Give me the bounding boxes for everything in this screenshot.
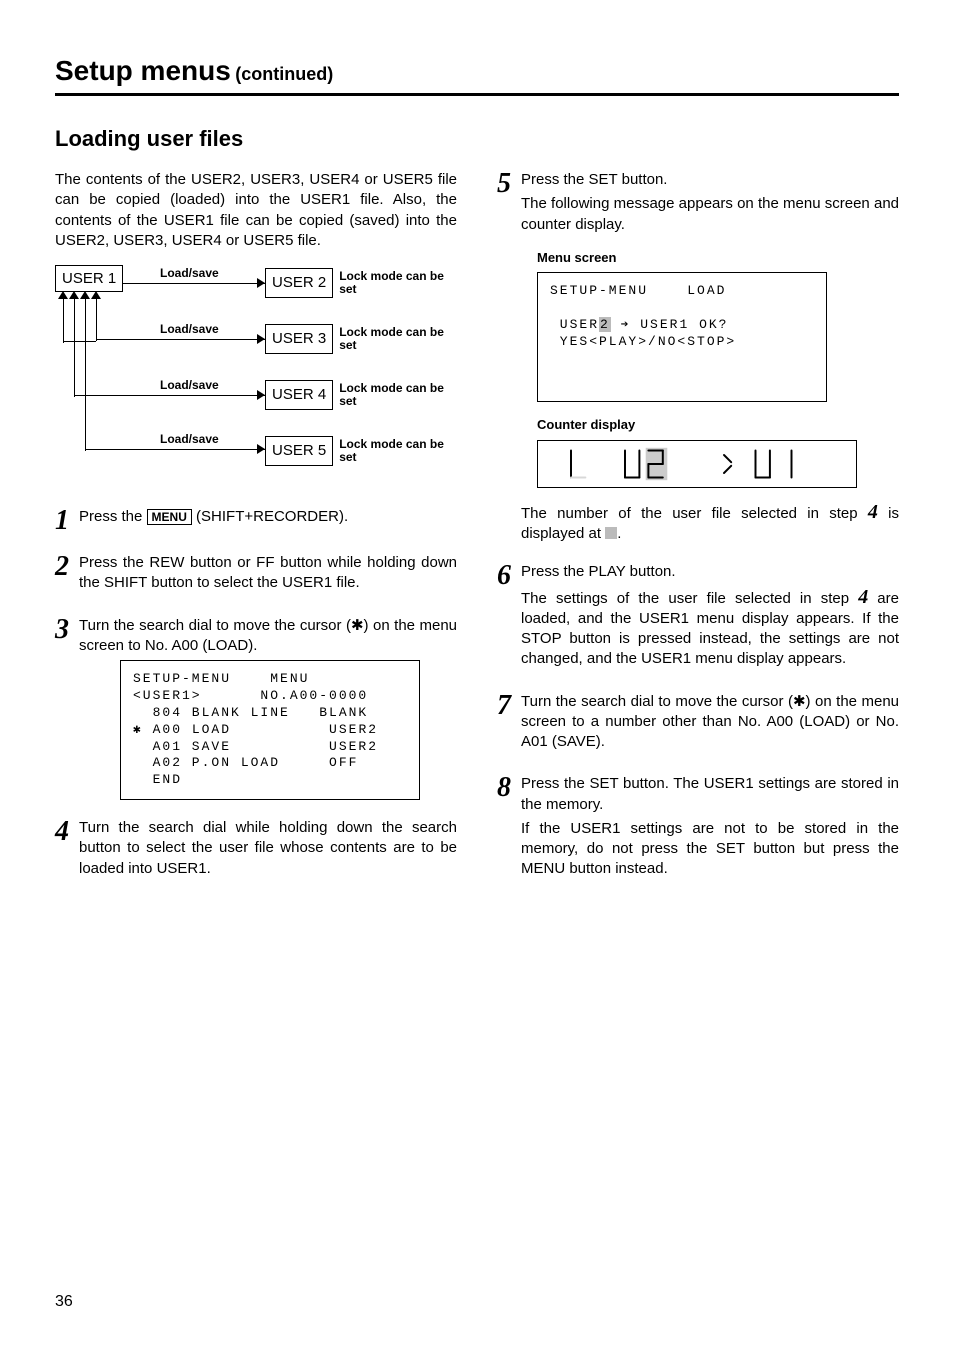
menu-screen-1: SETUP-MENU MENU <USER1> NO.A00-0000 804 … (120, 660, 420, 800)
step6-p2a: The settings of the user file selected i… (521, 590, 858, 607)
loadsave-label-3: Load/save (160, 377, 219, 393)
ms1-l4: A00 LOAD USER2 (143, 722, 378, 737)
step-number: 8 (497, 774, 521, 802)
step-7: 7 Turn the search dial to move the curso… (497, 692, 899, 757)
counter-display (537, 440, 857, 488)
step-number: 7 (497, 692, 521, 720)
intro-text: The contents of the USER2, USER3, USER4 … (55, 170, 457, 251)
ms2-l1: SETUP-MENU LOAD (550, 283, 726, 298)
counter-display-label: Counter display (537, 416, 899, 434)
step4-text: Turn the search dial while holding down … (79, 818, 457, 879)
userfile-diagram: USER 1 Load/save Load/save (55, 269, 457, 489)
menu-screen-label: Menu screen (537, 249, 899, 267)
user4-box: USER 4 (265, 380, 333, 410)
ms2-l2b: 2 (599, 317, 611, 332)
step-2: 2 Press the REW button or FF button whil… (55, 553, 457, 598)
step-number: 1 (55, 507, 79, 535)
lock-label-4: Lock mode can be set (339, 382, 449, 408)
ms1-l1: SETUP-MENU MENU (133, 671, 309, 686)
step-4: 4 Turn the search dial while holding dow… (55, 818, 457, 883)
step1-post: (SHIFT+RECORDER). (192, 508, 348, 525)
ms1-l5: A01 SAVE USER2 (133, 739, 378, 754)
ms1-cursor: ✱ (133, 722, 143, 737)
user3-box: USER 3 (265, 324, 333, 354)
page-header: Setup menus (continued) (55, 55, 899, 87)
step5-p2: The following message appears on the men… (521, 194, 899, 235)
ms1-l6: A02 P.ON LOAD OFF (133, 755, 358, 770)
lock-label-3: Lock mode can be set (339, 326, 449, 352)
ms1-l2: <USER1> NO.A00-0000 (133, 688, 368, 703)
menu-screen-2: SETUP-MENU LOAD USER2 ➔ USER1 OK? YES<PL… (537, 272, 827, 402)
lock-label-2: Lock mode can be set (339, 270, 449, 296)
user2-box: USER 2 (265, 268, 333, 298)
page-number: 36 (55, 1293, 73, 1311)
step-number: 4 (55, 818, 79, 846)
step3-text: Turn the search dial to move the cursor … (79, 616, 457, 657)
step2-text: Press the REW button or FF button while … (79, 553, 457, 594)
step-ref-4: 4 (868, 501, 878, 523)
step-number: 3 (55, 616, 79, 644)
title-rule (55, 93, 899, 96)
right-column: 5 Press the SET button. The following me… (497, 170, 899, 884)
page-title-continued: (continued) (235, 64, 333, 84)
step6-p1: Press the PLAY button. (521, 562, 899, 582)
step8-p1: Press the SET button. The USER1 settings… (521, 774, 899, 815)
user1-box: USER 1 (55, 265, 123, 292)
step5-note: The number of the user file selected in … (521, 502, 899, 545)
loadsave-label-4: Load/save (160, 431, 219, 447)
ms2-l2a: USER (550, 317, 599, 332)
step-number: 2 (55, 553, 79, 581)
step1-pre: Press the (79, 508, 147, 525)
step-8: 8 Press the SET button. The USER1 settin… (497, 774, 899, 883)
ms1-l7: END (133, 772, 182, 787)
section-title: Loading user files (55, 126, 899, 152)
left-column: The contents of the USER2, USER3, USER4 … (55, 170, 457, 884)
step5-p1: Press the SET button. (521, 170, 899, 190)
loadsave-label-2: Load/save (160, 321, 219, 337)
step-number: 5 (497, 170, 521, 198)
ms1-l3: 804 BLANK LINE BLANK (133, 705, 368, 720)
menu-key: MENU (147, 509, 192, 525)
step8-p2: If the USER1 settings are not to be stor… (521, 819, 899, 880)
grey-placeholder-icon (605, 527, 617, 539)
user5-box: USER 5 (265, 436, 333, 466)
step-number: 6 (497, 562, 521, 590)
ms2-l2c: ➔ USER1 OK? (611, 317, 729, 332)
lock-label-5: Lock mode can be set (339, 438, 449, 464)
step-1: 1 Press the MENU (SHIFT+RECORDER). (55, 507, 457, 535)
step7-text: Turn the search dial to move the cursor … (521, 692, 899, 753)
ms2-l3: YES<PLAY>/NO<STOP> (550, 334, 736, 349)
step-ref-4b: 4 (858, 586, 868, 608)
step-6: 6 Press the PLAY button. The settings of… (497, 562, 899, 673)
page-title: Setup menus (55, 55, 231, 86)
loadsave-label-1: Load/save (160, 265, 219, 281)
step-3: 3 Turn the search dial to move the curso… (55, 616, 457, 661)
seven-segment-svg (547, 446, 847, 482)
step-5: 5 Press the SET button. The following me… (497, 170, 899, 239)
